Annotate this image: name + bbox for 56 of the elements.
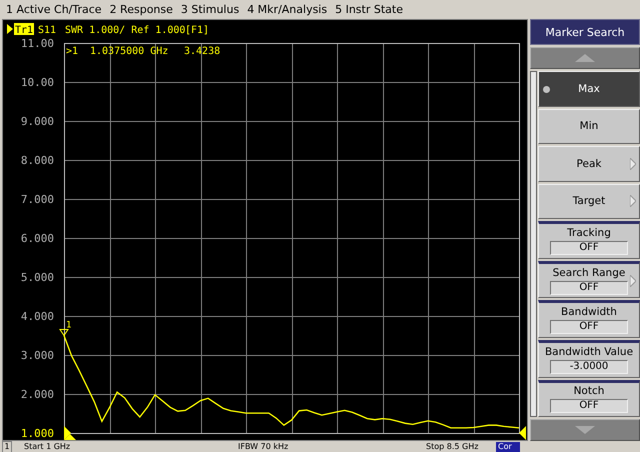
menu-item[interactable]: 5 Instr State	[331, 2, 407, 16]
reference-marker-icon	[64, 426, 71, 440]
submenu-arrow-icon	[630, 158, 636, 170]
marker-value: 3.4238	[184, 46, 220, 57]
axis-label: 11.00	[20, 37, 54, 50]
marker-icon	[59, 329, 69, 336]
menu-item[interactable]: 1 Active Ch/Trace	[2, 2, 106, 16]
scroll-up-button[interactable]	[530, 47, 640, 69]
softkey-button[interactable]: Max	[538, 71, 640, 107]
axis-label: 5.000	[20, 271, 54, 284]
axis-label: 9.000	[20, 115, 54, 128]
channel-number: 1	[2, 441, 12, 452]
softkey-button[interactable]: Notch OFF	[538, 380, 640, 418]
stop-frequency: Stop 8.5 GHz	[426, 442, 480, 452]
axis-label: 7.000	[20, 193, 54, 206]
menu-item[interactable]: 3 Stimulus	[176, 2, 244, 16]
up-triangle-icon	[575, 54, 595, 62]
panel-title: Marker Search	[530, 19, 640, 45]
softkey-button[interactable]: Bandwidth Value -3.0000	[538, 340, 640, 378]
selected-dot-icon	[543, 86, 550, 93]
value-field: -3.0000	[550, 360, 628, 374]
axis-label: 1.000	[20, 427, 54, 440]
marker-label: 1	[66, 320, 72, 330]
marker-number: >1	[66, 46, 78, 57]
correction-indicator: Cor	[496, 442, 520, 452]
value-field: OFF	[550, 280, 628, 295]
softkey-button[interactable]: Tracking OFF	[538, 221, 640, 259]
menu-item[interactable]: 2 Response	[106, 2, 177, 16]
softkey-button[interactable]: Peak	[538, 146, 640, 182]
scroll-down-button[interactable]	[530, 419, 640, 441]
start-marker-icon	[64, 434, 76, 440]
axis-label: 8.000	[20, 154, 54, 167]
axis-label: 3.000	[20, 349, 54, 362]
marker-frequency: 1.0375000 GHz	[90, 46, 168, 57]
softkey-button[interactable]: Target	[538, 184, 640, 220]
channel-label: [F1]	[185, 25, 210, 36]
scrollbar[interactable]	[530, 71, 537, 417]
softkey-button[interactable]: Bandwidth OFF	[538, 300, 640, 338]
value-field: OFF	[550, 241, 628, 256]
softkey-button[interactable]: Search Range OFF	[538, 260, 640, 298]
value-field: OFF	[550, 320, 628, 334]
down-triangle-icon	[575, 426, 595, 434]
axis-label: 6.000	[20, 232, 54, 245]
ifbw-label: IFBW 70 kHz	[237, 442, 290, 452]
axis-label: 2.000	[20, 388, 54, 401]
submenu-arrow-icon	[630, 195, 636, 208]
trace-parameter: S11	[38, 25, 56, 36]
submenu-arrow-icon	[630, 274, 636, 287]
axis-label: 10.00	[20, 76, 54, 89]
value-field: OFF	[550, 399, 628, 414]
menu-item[interactable]: 4 Mkr/Analysis	[243, 2, 332, 16]
softkey-button[interactable]: Min	[538, 108, 640, 144]
stop-marker-icon	[519, 426, 526, 440]
axis-label: 4.000	[20, 310, 54, 323]
trace-format: SWR 1.000/ Ref 1.000	[65, 25, 186, 36]
start-frequency: Start 1 GHz	[23, 442, 72, 452]
